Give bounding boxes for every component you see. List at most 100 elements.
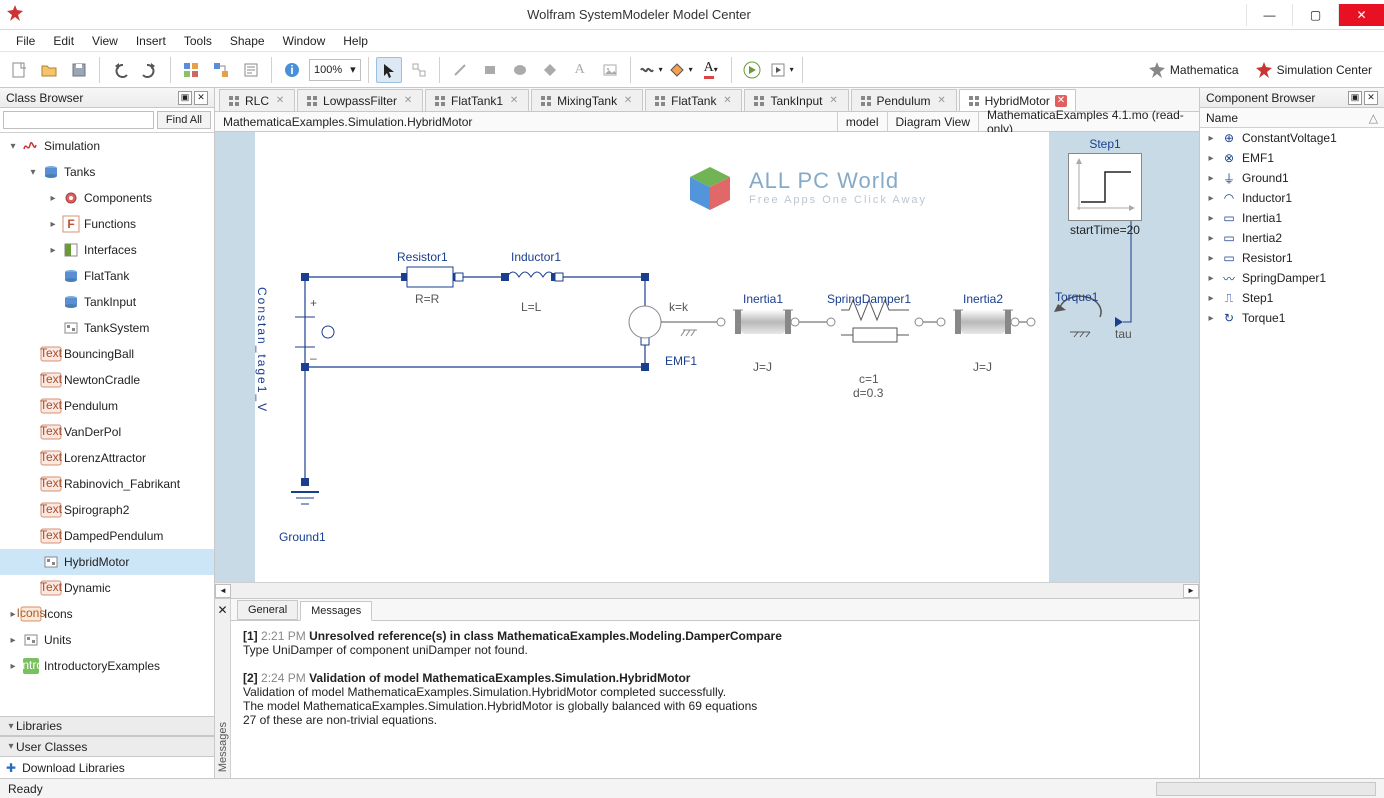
new-button[interactable] bbox=[6, 57, 32, 83]
close-tab-icon[interactable]: ✕ bbox=[828, 95, 840, 107]
tree-item[interactable]: TextPendulum bbox=[0, 393, 214, 419]
pointer-tool[interactable] bbox=[376, 57, 402, 83]
close-panel-icon[interactable]: ✕ bbox=[1364, 91, 1378, 105]
close-tab-icon[interactable]: ✕ bbox=[402, 95, 414, 107]
tree-item[interactable]: ▸FFunctions bbox=[0, 211, 214, 237]
text-view-button[interactable] bbox=[238, 57, 264, 83]
component-item[interactable]: ▸⊗EMF1 bbox=[1200, 148, 1384, 168]
find-all-button[interactable]: Find All bbox=[157, 111, 211, 129]
tab-flattank[interactable]: FlatTank✕ bbox=[645, 89, 742, 111]
component-item[interactable]: ▸◠Inductor1 bbox=[1200, 188, 1384, 208]
tree-item[interactable]: TextDynamic bbox=[0, 575, 214, 601]
menu-shape[interactable]: Shape bbox=[222, 32, 273, 50]
close-tab-icon[interactable]: ✕ bbox=[508, 95, 520, 107]
libraries-header[interactable]: Libraries bbox=[16, 719, 62, 733]
animate-button[interactable]: ▾ bbox=[769, 57, 795, 83]
close-tab-icon[interactable]: ✕ bbox=[936, 95, 948, 107]
tree-item[interactable]: TextLorenzAttractor bbox=[0, 445, 214, 471]
tab-rlc[interactable]: RLC✕ bbox=[219, 89, 295, 111]
undo-button[interactable] bbox=[107, 57, 133, 83]
simulate-button[interactable] bbox=[739, 57, 765, 83]
component-item[interactable]: ▸↻Torque1 bbox=[1200, 308, 1384, 328]
messages-text[interactable]: [1] 2:21 PM Unresolved reference(s) in c… bbox=[231, 621, 1199, 778]
tree-item[interactable]: ▾Simulation bbox=[0, 133, 214, 159]
tree-item[interactable]: ▸Units bbox=[0, 627, 214, 653]
scroll-left-button[interactable]: ◄ bbox=[215, 584, 231, 598]
tree-item[interactable]: ▾Tanks bbox=[0, 159, 214, 185]
close-tab-icon[interactable]: ✕ bbox=[622, 95, 634, 107]
component-item[interactable]: ▸▭Inertia2 bbox=[1200, 228, 1384, 248]
component-item[interactable]: ▸〰SpringDamper1 bbox=[1200, 268, 1384, 288]
tab-general[interactable]: General bbox=[237, 600, 298, 620]
mathematica-link[interactable]: Mathematica bbox=[1142, 61, 1245, 79]
component-item[interactable]: ▸⏚Ground1 bbox=[1200, 168, 1384, 188]
view-mode[interactable]: Diagram View bbox=[888, 112, 979, 131]
line-style-button[interactable]: ▾ bbox=[638, 57, 664, 83]
info-button[interactable]: i bbox=[279, 57, 305, 83]
line-tool[interactable] bbox=[447, 57, 473, 83]
tree-item[interactable]: TextSpirograph2 bbox=[0, 497, 214, 523]
image-tool[interactable] bbox=[597, 57, 623, 83]
tree-item[interactable]: FlatTank bbox=[0, 263, 214, 289]
step1-block[interactable]: Step1 startTime=20 bbox=[1066, 137, 1144, 237]
rect-tool[interactable] bbox=[477, 57, 503, 83]
tree-item[interactable]: HybridMotor bbox=[0, 549, 214, 575]
minimize-button[interactable]: — bbox=[1246, 4, 1292, 26]
maximize-button[interactable]: ▢ bbox=[1292, 4, 1338, 26]
polygon-tool[interactable] bbox=[537, 57, 563, 83]
tree-item[interactable]: ▸Interfaces bbox=[0, 237, 214, 263]
component-item[interactable]: ▸▭Resistor1 bbox=[1200, 248, 1384, 268]
zoom-select[interactable]: 100%▾ bbox=[309, 59, 361, 81]
menu-edit[interactable]: Edit bbox=[45, 32, 82, 50]
undock-icon[interactable]: ▣ bbox=[178, 91, 192, 105]
close-tab-icon[interactable]: ✕ bbox=[1055, 95, 1067, 107]
tab-mixingtank[interactable]: MixingTank✕ bbox=[531, 89, 643, 111]
connect-tool[interactable] bbox=[406, 57, 432, 83]
tree-item[interactable]: TextBouncingBall bbox=[0, 341, 214, 367]
redo-button[interactable] bbox=[137, 57, 163, 83]
scroll-right-button[interactable]: ► bbox=[1183, 584, 1199, 598]
close-button[interactable]: ✕ bbox=[1338, 4, 1384, 26]
tree-item[interactable]: TextDampedPendulum bbox=[0, 523, 214, 549]
horizontal-scrollbar[interactable]: ◄ ► bbox=[215, 582, 1199, 598]
tree-item[interactable]: ▸IntroIntroductoryExamples bbox=[0, 653, 214, 679]
tab-lowpassfilter[interactable]: LowpassFilter✕ bbox=[297, 89, 423, 111]
user-classes-header[interactable]: User Classes bbox=[16, 740, 87, 754]
open-button[interactable] bbox=[36, 57, 62, 83]
diagram-view-button[interactable] bbox=[208, 57, 234, 83]
simulation-center-link[interactable]: Simulation Center bbox=[1249, 61, 1378, 79]
tree-item[interactable]: TextRabinovich_Fabrikant bbox=[0, 471, 214, 497]
class-search-input[interactable] bbox=[3, 111, 154, 129]
tab-flattank1[interactable]: FlatTank1✕ bbox=[425, 89, 529, 111]
component-item[interactable]: ▸⊕ConstantVoltage1 bbox=[1200, 128, 1384, 148]
tree-item[interactable]: ▸Components bbox=[0, 185, 214, 211]
ellipse-tool[interactable] bbox=[507, 57, 533, 83]
tree-item[interactable]: ▸IconsIcons bbox=[0, 601, 214, 627]
tree-item[interactable]: TankSystem bbox=[0, 315, 214, 341]
menu-file[interactable]: File bbox=[8, 32, 43, 50]
download-libraries-link[interactable]: ✚Download Libraries bbox=[0, 756, 214, 778]
component-item[interactable]: ▸▭Inertia1 bbox=[1200, 208, 1384, 228]
component-item[interactable]: ▸⎍Step1 bbox=[1200, 288, 1384, 308]
tab-messages[interactable]: Messages bbox=[300, 601, 372, 621]
column-name[interactable]: Name bbox=[1206, 111, 1238, 125]
menu-tools[interactable]: Tools bbox=[176, 32, 220, 50]
tree-item[interactable]: TankInput bbox=[0, 289, 214, 315]
close-tab-icon[interactable]: ✕ bbox=[274, 95, 286, 107]
menu-help[interactable]: Help bbox=[335, 32, 376, 50]
diagram-canvas[interactable]: ALL PC WorldFree Apps One Click Away +– bbox=[215, 132, 1199, 582]
tab-pendulum[interactable]: Pendulum✕ bbox=[851, 89, 957, 111]
save-button[interactable] bbox=[66, 57, 92, 83]
close-tab-icon[interactable]: ✕ bbox=[721, 95, 733, 107]
text-style-button[interactable]: A▾ bbox=[698, 57, 724, 83]
fill-style-button[interactable]: ▾ bbox=[668, 57, 694, 83]
menu-insert[interactable]: Insert bbox=[128, 32, 174, 50]
close-panel-icon[interactable]: ✕ bbox=[194, 91, 208, 105]
menu-view[interactable]: View bbox=[84, 32, 126, 50]
tab-tankinput[interactable]: TankInput✕ bbox=[744, 89, 848, 111]
tree-item[interactable]: TextNewtonCradle bbox=[0, 367, 214, 393]
class-view-button[interactable] bbox=[178, 57, 204, 83]
tree-item[interactable]: TextVanDerPol bbox=[0, 419, 214, 445]
text-tool[interactable]: A bbox=[567, 57, 593, 83]
class-tree[interactable]: ▾Simulation▾Tanks▸Components▸FFunctions▸… bbox=[0, 133, 214, 716]
